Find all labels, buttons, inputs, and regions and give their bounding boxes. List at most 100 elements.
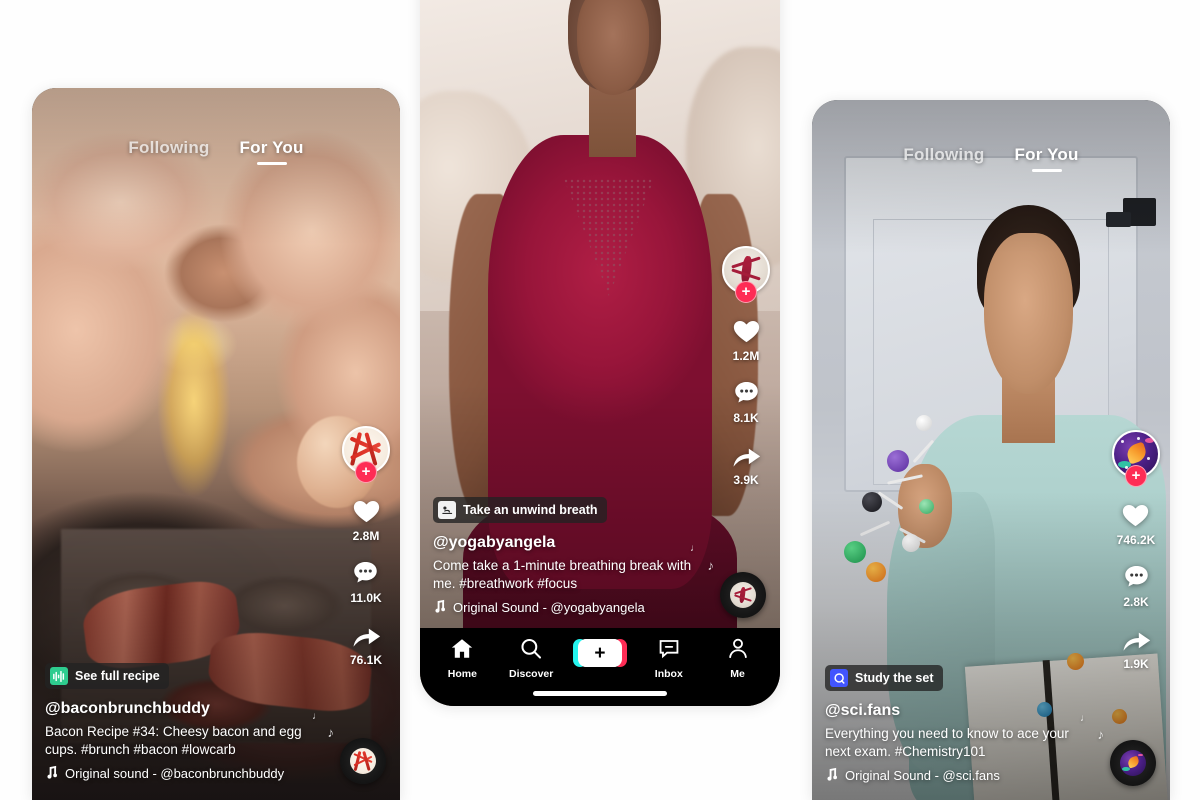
like-count: 746.2K (1116, 533, 1156, 547)
nav-item-home[interactable]: Home (433, 637, 491, 680)
share-count: 76.1K (349, 653, 383, 667)
screenshot-stage: Following For You + 2.8M 11.0K 76.1K ♪ ♩… (0, 0, 1200, 800)
plus-icon: + (594, 642, 606, 664)
tab-for-you[interactable]: For You (1015, 145, 1079, 172)
music-note-icon: ♩ (690, 543, 700, 554)
share-icon (730, 440, 763, 470)
study-the-set-badge[interactable]: Study the set (825, 665, 943, 692)
home-icon (450, 637, 474, 665)
share-count: 3.9K (733, 473, 759, 487)
take-unwind-breath-badge[interactable]: Take an unwind breath (433, 497, 607, 524)
comment-icon (1121, 562, 1152, 592)
see-full-recipe-badge[interactable]: See full recipe (45, 663, 169, 690)
nav-item-inbox[interactable]: Inbox (640, 637, 698, 680)
action-rail-left: + 2.8M 11.0K 76.1K (342, 426, 390, 667)
like-button[interactable]: 1.2M (730, 315, 763, 363)
comment-button[interactable]: 11.0K (350, 558, 382, 605)
music-note-icon (825, 767, 838, 784)
heart-icon (1119, 499, 1152, 530)
music-disc-avatar (1120, 750, 1146, 776)
sound-row[interactable]: Original Sound - @yogabyangela (433, 599, 707, 616)
comment-button[interactable]: 2.8K (1121, 562, 1152, 609)
author-handle[interactable]: @baconbrunchbuddy (45, 700, 325, 718)
share-icon (1120, 624, 1153, 654)
comment-count: 2.8K (1123, 595, 1149, 609)
nav-item-me[interactable]: Me (709, 637, 767, 680)
tiktok-screen-middle: + 1.2M 8.1K 3.9K ♪ ♩ Take an unwind brea… (420, 0, 780, 706)
person-icon (726, 637, 750, 665)
music-disc-avatar (730, 582, 756, 608)
music-note-icon: ♪ (1097, 727, 1105, 742)
music-note-icon: ♩ (312, 711, 322, 722)
share-button[interactable]: 3.9K (730, 440, 763, 487)
share-count: 1.9K (1123, 657, 1149, 671)
tab-following[interactable]: Following (128, 138, 209, 165)
music-disc[interactable] (1110, 740, 1156, 786)
music-note-icon: ♪ (707, 558, 715, 573)
nav-item-create[interactable]: + (571, 637, 629, 667)
feed-tabs: Following For You (32, 138, 400, 165)
action-rail-right: + 746.2K 2.8K 1.9K (1112, 430, 1160, 671)
tiktok-screen-left: Following For You + 2.8M 11.0K 76.1K ♪ ♩… (32, 88, 400, 800)
clip-shape (1105, 212, 1131, 228)
music-note-icon (433, 599, 446, 616)
follow-button[interactable]: + (355, 461, 377, 483)
nav-label-home: Home (447, 668, 477, 680)
avatar[interactable]: + (1112, 430, 1160, 487)
home-indicator (533, 691, 667, 696)
tiktok-screen-right: Following For You + 746.2K 2.8K 1.9K ♪ ♩… (812, 100, 1170, 800)
comment-icon (350, 558, 381, 588)
nav-label-inbox: Inbox (654, 668, 683, 680)
music-note-icon: ♩ (1080, 713, 1090, 724)
like-count: 1.2M (732, 349, 760, 363)
waveform-icon (50, 667, 68, 686)
meditation-icon (438, 501, 456, 520)
tab-following[interactable]: Following (903, 145, 984, 172)
like-button[interactable]: 746.2K (1116, 499, 1156, 547)
badge-label: See full recipe (75, 669, 160, 684)
comment-count: 8.1K (733, 411, 759, 425)
comment-icon (731, 378, 762, 408)
sound-row[interactable]: Original sound - @baconbrunchbuddy (45, 765, 325, 782)
quizlet-q-icon (830, 669, 848, 688)
nav-label-discover: Discover (509, 668, 554, 680)
sound-row[interactable]: Original Sound - @sci.fans (825, 767, 1097, 784)
share-button[interactable]: 76.1K (350, 620, 383, 667)
create-button[interactable]: + (572, 639, 627, 667)
badge-label: Study the set (855, 671, 934, 686)
tab-for-you[interactable]: For You (240, 138, 304, 165)
feed-tabs: Following For You (812, 145, 1170, 172)
avatar[interactable]: + (722, 246, 770, 303)
action-rail-middle: + 1.2M 8.1K 3.9K (722, 246, 770, 487)
follow-button[interactable]: + (1125, 465, 1147, 487)
music-note-icon: ♪ (327, 725, 335, 740)
sound-title: Original Sound - @sci.fans (845, 768, 1000, 783)
share-icon (350, 620, 383, 650)
phone-mockup-right: Following For You + 746.2K 2.8K 1.9K ♪ ♩… (812, 100, 1170, 800)
music-disc[interactable] (340, 738, 386, 784)
share-button[interactable]: 1.9K (1120, 624, 1153, 671)
video-description: Come take a 1-minute breathing break wit… (433, 558, 692, 592)
like-button[interactable]: 2.8M (350, 495, 383, 543)
music-disc[interactable] (720, 572, 766, 618)
search-icon (519, 637, 543, 665)
avatar[interactable]: + (342, 426, 390, 483)
music-note-icon (45, 765, 58, 782)
phone-mockup-left: Following For You + 2.8M 11.0K 76.1K ♪ ♩… (32, 88, 400, 800)
nav-label-me: Me (730, 668, 745, 680)
author-handle[interactable]: @yogabyangela (433, 534, 707, 552)
badge-label: Take an unwind breath (463, 503, 598, 518)
sound-title: Original sound - @baconbrunchbuddy (65, 766, 285, 781)
comment-count: 11.0K (350, 591, 382, 605)
nav-item-discover[interactable]: Discover (502, 637, 560, 680)
author-handle[interactable]: @sci.fans (825, 702, 1097, 720)
heart-icon (730, 315, 763, 346)
like-count: 2.8M (352, 529, 380, 543)
sound-title: Original Sound - @yogabyangela (453, 600, 645, 615)
caption-block-left: See full recipe @baconbrunchbuddy Bacon … (45, 663, 325, 782)
caption-block-right: Study the set @sci.fans Everything you n… (825, 665, 1097, 784)
inbox-icon (657, 637, 681, 665)
follow-button[interactable]: + (735, 281, 757, 303)
comment-button[interactable]: 8.1K (731, 378, 762, 425)
video-description: Everything you need to know to ace your … (825, 726, 1069, 760)
